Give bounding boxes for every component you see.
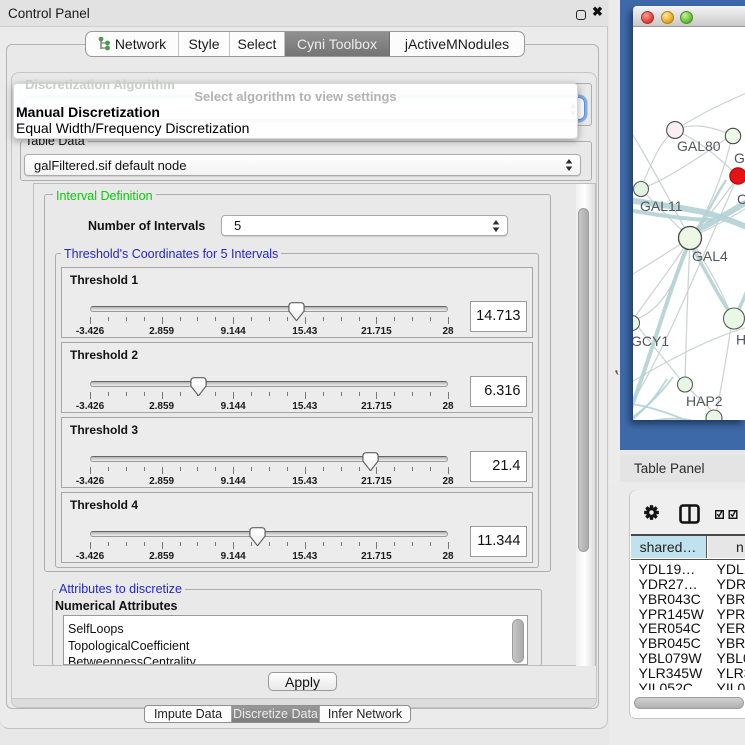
svg-text:GAL80: GAL80 <box>677 138 721 154</box>
svg-text:GCY1: GCY1 <box>633 333 669 349</box>
svg-text:G.: G. <box>734 150 745 166</box>
svg-text:GAL11: GAL11 <box>640 198 683 214</box>
svg-text:HAP2: HAP2 <box>686 393 723 409</box>
svg-text:H: H <box>736 332 745 348</box>
svg-text:GAL4: GAL4 <box>692 248 728 264</box>
svg-text:C: C <box>737 191 745 207</box>
